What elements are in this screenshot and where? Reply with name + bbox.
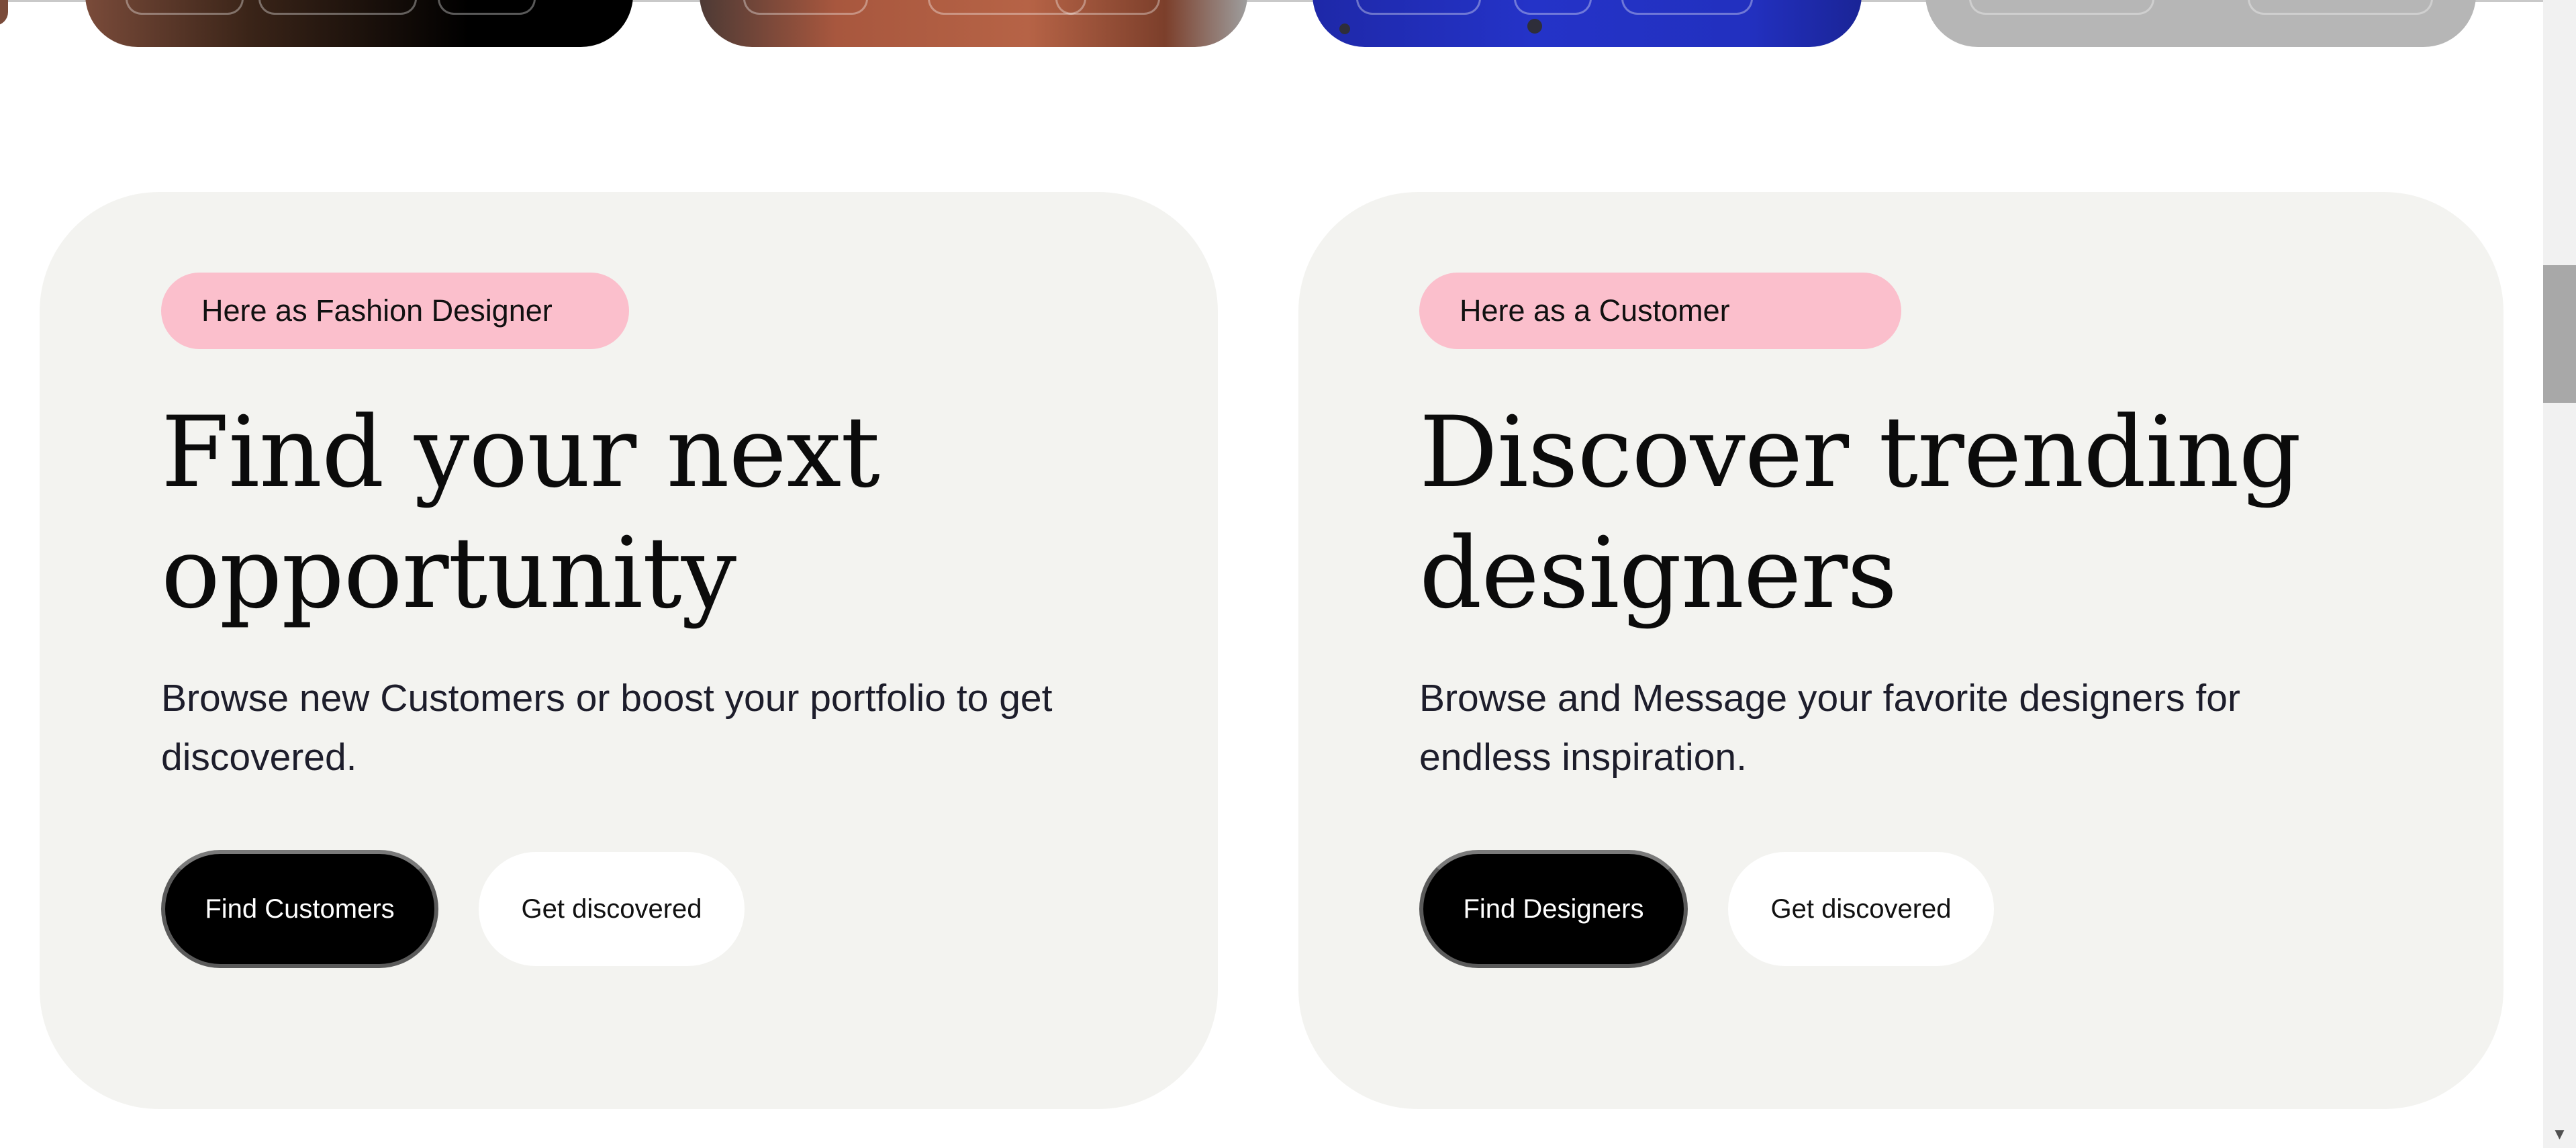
image-chip <box>438 0 536 15</box>
image-chip <box>258 0 417 15</box>
get-discovered-button[interactable]: Get discovered <box>1728 852 1994 966</box>
get-discovered-button[interactable]: Get discovered <box>479 852 745 966</box>
image-chip <box>1621 0 1753 15</box>
role-badge: Here as a Customer <box>1419 273 1901 349</box>
image-chip <box>1356 0 1481 15</box>
designer-image-card[interactable] <box>1925 0 2476 47</box>
button-detail <box>1527 19 1542 34</box>
find-designers-button[interactable]: Find Designers <box>1419 850 1688 968</box>
card-headline: Find your next opportunity <box>161 395 880 630</box>
partial-image-edge <box>0 0 8 26</box>
button-detail <box>1339 23 1350 34</box>
image-chip <box>1055 0 1160 15</box>
vertical-scrollbar[interactable]: ▼ <box>2543 0 2576 1148</box>
designer-image-card[interactable] <box>1313 0 1862 47</box>
image-chip <box>1514 0 1592 15</box>
customer-card: Here as a Customer Discover trending des… <box>1298 192 2503 1109</box>
role-badge: Here as Fashion Designer <box>161 273 629 349</box>
image-chip <box>743 0 868 15</box>
chevron-down-icon[interactable]: ▼ <box>2543 1121 2576 1148</box>
designer-image-card[interactable] <box>85 0 633 47</box>
card-headline: Discover trending designers <box>1419 395 2301 630</box>
designer-image-strip <box>0 0 2543 48</box>
image-chip <box>1969 0 2154 15</box>
find-customers-button[interactable]: Find Customers <box>161 850 438 968</box>
designer-image-card[interactable] <box>700 0 1247 47</box>
fashion-designer-card: Here as Fashion Designer Find your next … <box>40 192 1218 1109</box>
scrollbar-thumb[interactable] <box>2543 265 2576 403</box>
image-chip <box>126 0 244 15</box>
card-description: Browse and Message your favorite designe… <box>1419 677 2240 779</box>
card-description: Browse new Customers or boost your portf… <box>161 677 1053 779</box>
image-chip <box>2248 0 2433 15</box>
